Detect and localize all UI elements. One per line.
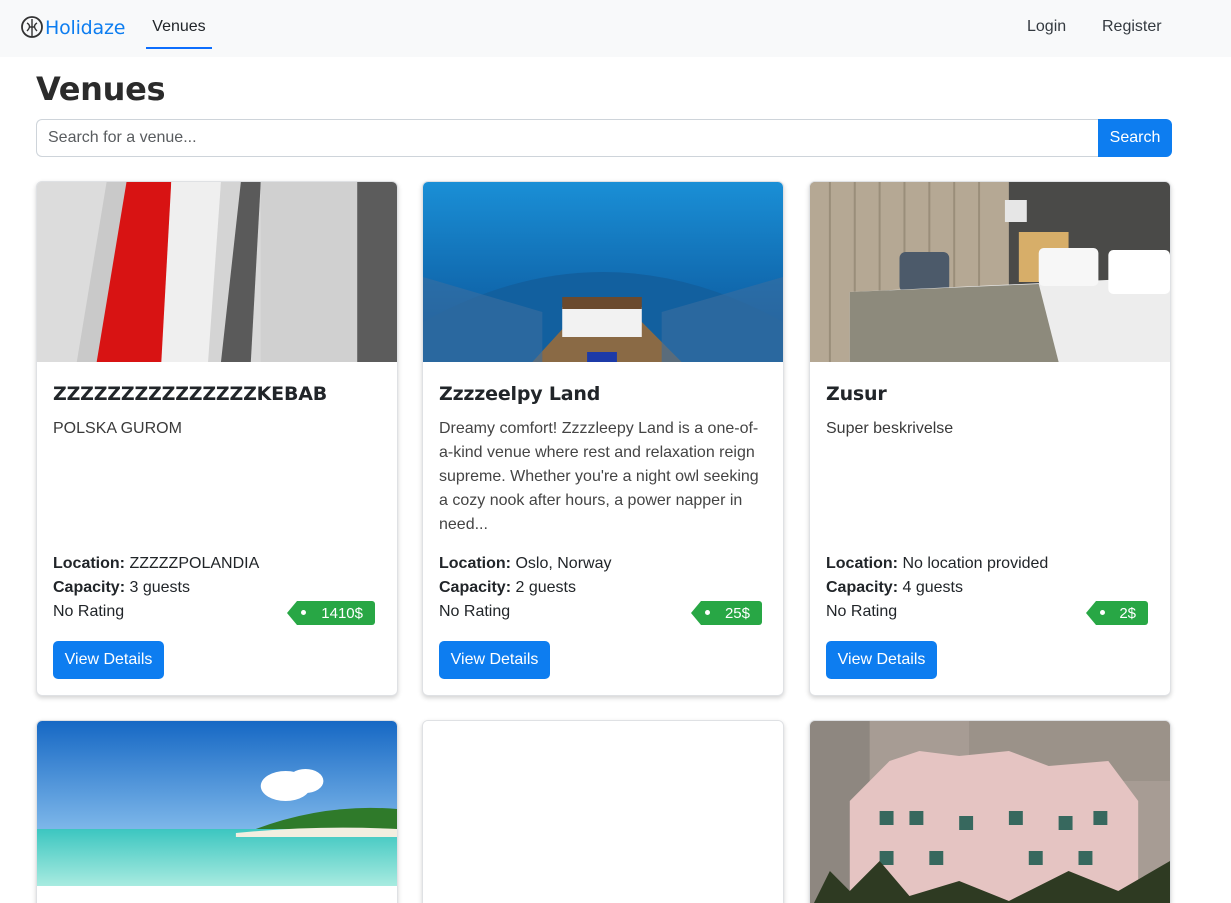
- brand-link[interactable]: Holidaze: [20, 14, 125, 42]
- nav-venues-link[interactable]: Venues: [146, 0, 212, 49]
- venue-location: Location: ZZZZZPOLANDIA: [53, 555, 259, 573]
- venue-description: POLSKA GUROM: [53, 420, 182, 437]
- venue-card: [809, 720, 1171, 903]
- search-button[interactable]: Search: [1098, 119, 1172, 157]
- venue-location: Location: Oslo, Norway: [439, 555, 611, 573]
- venue-image-placeholder: [423, 721, 783, 886]
- nav-register-link[interactable]: Register: [1102, 18, 1162, 36]
- brand-name: Holidaze: [45, 17, 126, 39]
- view-details-button[interactable]: View Details: [439, 641, 550, 679]
- venue-rating: No Rating: [439, 603, 511, 620]
- venue-location: Location: No location provided: [826, 555, 1048, 573]
- page-title: Venues: [36, 70, 166, 108]
- capacity-value: 3 guests: [129, 579, 190, 596]
- price-badge: 25$: [691, 601, 762, 625]
- venue-image: [810, 182, 1170, 362]
- search-input[interactable]: [36, 119, 1098, 157]
- venue-image: [37, 721, 397, 886]
- venue-name: ZZZZZZZZZZZZZZZKEBAB: [53, 383, 328, 405]
- venue-card: Zusur Super beskrivelse Location: No loc…: [809, 181, 1171, 696]
- location-label: Location:: [53, 555, 125, 572]
- venue-capacity: Capacity: 2 guests: [439, 579, 576, 597]
- location-value: Oslo, Norway: [515, 555, 612, 572]
- venue-card: Zzzzeelpy Land Dreamy comfort! Zzzzleepy…: [422, 181, 784, 696]
- venue-image: [810, 721, 1170, 903]
- price-badge: 2$: [1086, 601, 1148, 625]
- venue-name: Zusur: [826, 383, 887, 405]
- view-details-button[interactable]: View Details: [53, 641, 164, 679]
- venue-card: [422, 720, 784, 903]
- venue-rating: No Rating: [826, 603, 898, 620]
- top-navbar: Holidaze Venues Login Register: [0, 0, 1231, 57]
- location-label: Location:: [826, 555, 898, 572]
- price-badge: 1410$: [287, 601, 375, 625]
- capacity-value: 2 guests: [515, 579, 576, 596]
- capacity-value: 4 guests: [902, 579, 963, 596]
- venue-capacity: Capacity: 3 guests: [53, 579, 190, 597]
- location-value: ZZZZZPOLANDIA: [129, 555, 260, 572]
- venue-image: [37, 182, 397, 362]
- capacity-label: Capacity:: [826, 579, 899, 596]
- search-bar: Search: [36, 119, 1172, 157]
- venue-image: [423, 182, 783, 362]
- capacity-label: Capacity:: [439, 579, 512, 596]
- venue-description: Super beskrivelse: [826, 420, 954, 437]
- venue-card: ZZZZZZZZZZZZZZZKEBAB POLSKA GUROM Locati…: [36, 181, 398, 696]
- venue-rating: No Rating: [53, 603, 125, 620]
- capacity-label: Capacity:: [53, 579, 126, 596]
- venue-card: [36, 720, 398, 903]
- location-value: No location provided: [902, 555, 1049, 572]
- view-details-button[interactable]: View Details: [826, 641, 937, 679]
- venue-name: Zzzzeelpy Land: [439, 383, 601, 405]
- brain-logo-icon: [21, 16, 43, 38]
- venue-capacity: Capacity: 4 guests: [826, 579, 963, 597]
- venue-description: Dreamy comfort! Zzzzleepy Land is a one-…: [439, 420, 759, 533]
- nav-login-link[interactable]: Login: [1027, 18, 1066, 36]
- location-label: Location:: [439, 555, 511, 572]
